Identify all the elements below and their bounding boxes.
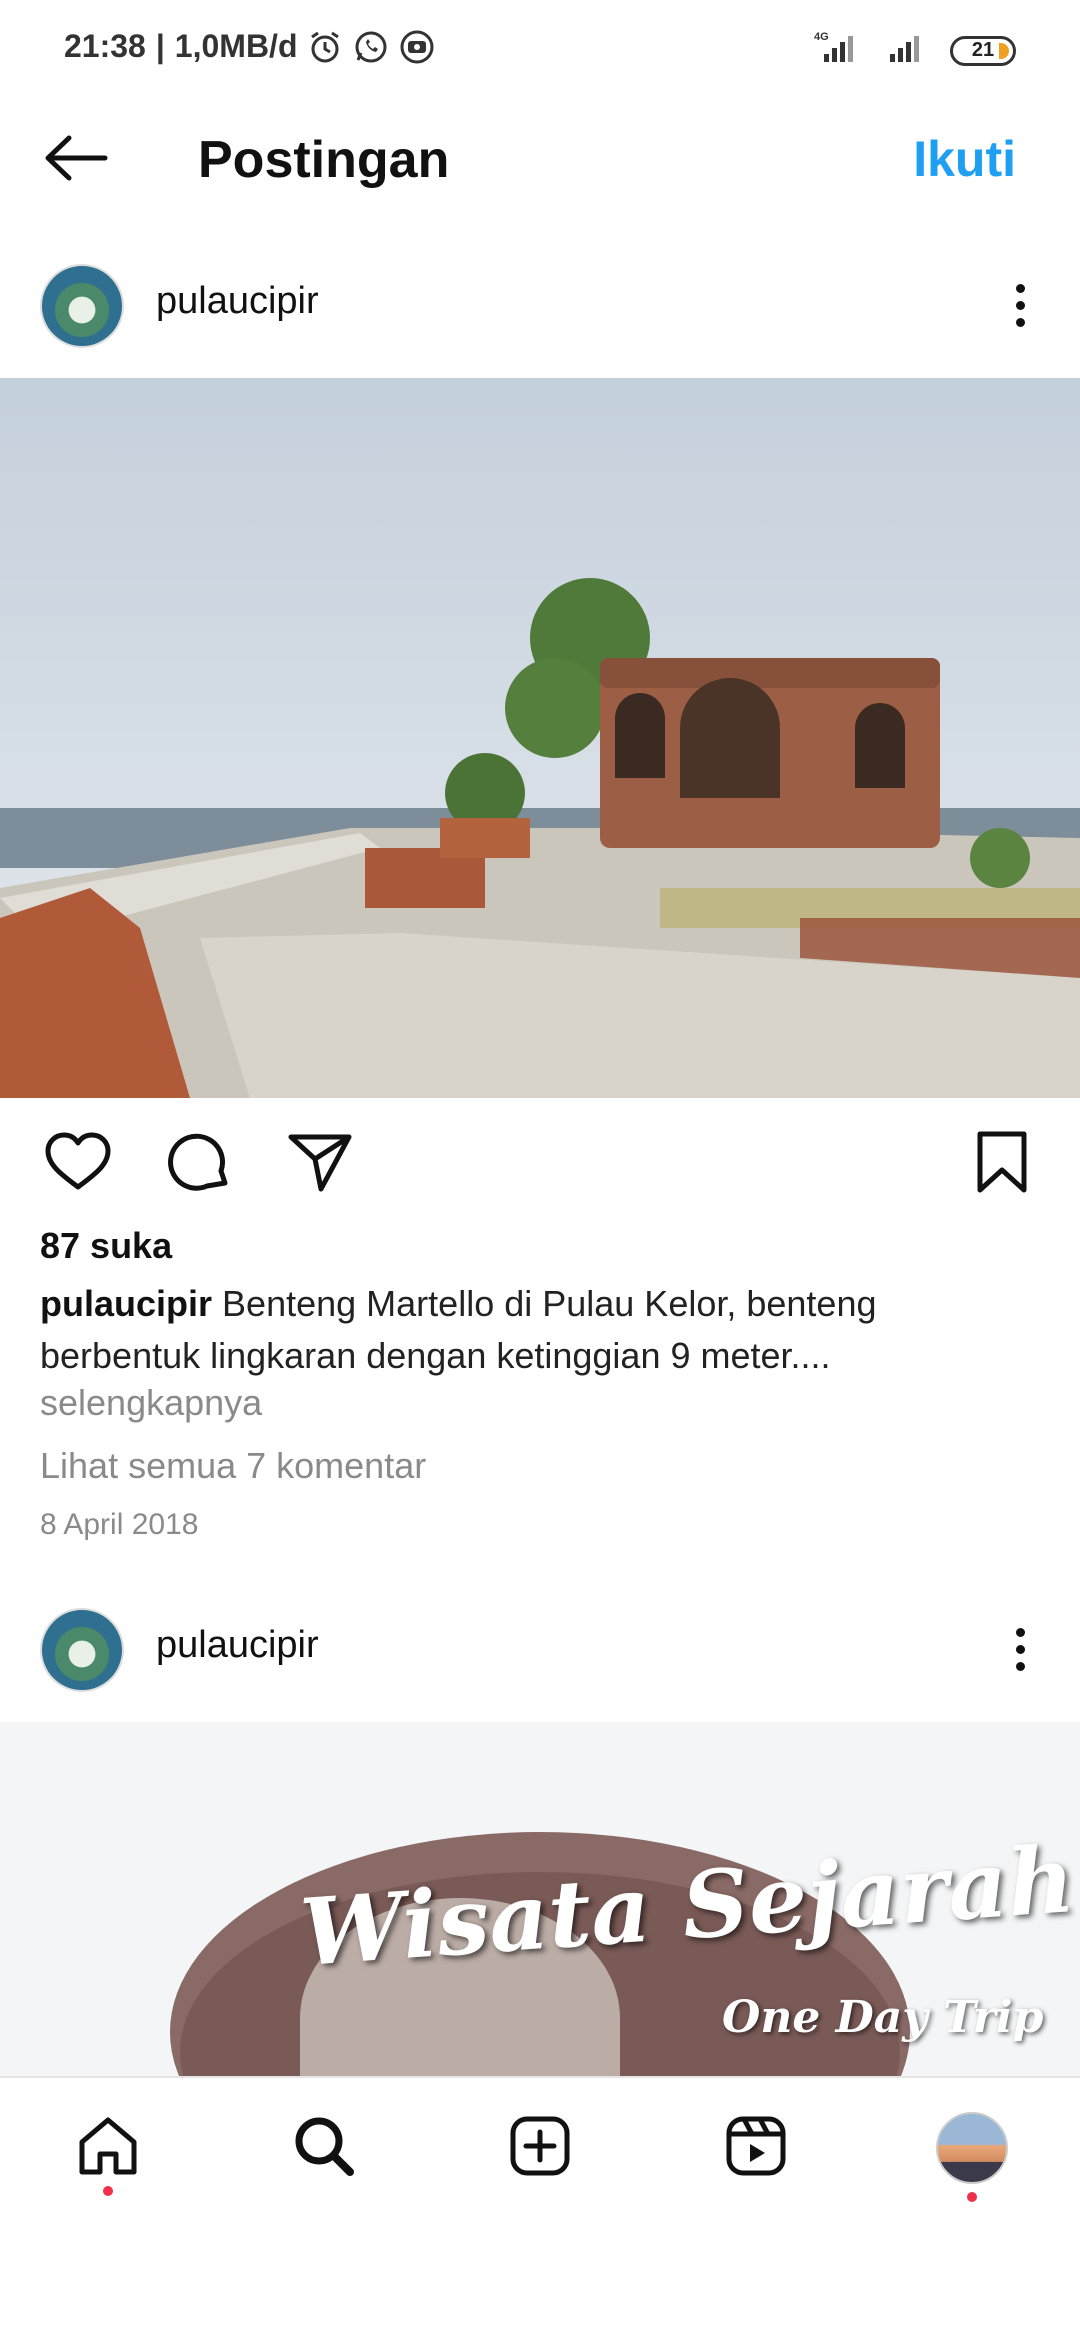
screen-record-icon <box>399 29 435 65</box>
battery-fill <box>999 42 1009 59</box>
signal-icon: 4G <box>810 30 870 71</box>
status-right: 4G 21 <box>810 30 1016 71</box>
nav-search[interactable] <box>282 2106 366 2190</box>
profile-avatar <box>936 2112 1008 2184</box>
status-data-rate: 1,0MB/d <box>174 28 298 64</box>
dot-icon <box>1015 1644 1025 1654</box>
nav-create[interactable] <box>498 2106 582 2190</box>
notification-dot <box>103 2186 113 2196</box>
battery-level: 21 <box>971 39 995 61</box>
comment-icon <box>167 1129 233 1200</box>
likes-count[interactable]: 87 suka <box>40 1225 172 1267</box>
caption: pulaucipir Benteng Martello di Pulau Kel… <box>40 1278 1040 1382</box>
nav-profile[interactable] <box>930 2106 1014 2202</box>
fort-photo <box>0 378 1080 1098</box>
share-icon <box>287 1131 353 1198</box>
follow-button[interactable]: Ikuti <box>913 130 1016 188</box>
post-header: pulaucipir <box>0 240 1080 370</box>
more-link[interactable]: selengkapnya <box>40 1382 262 1424</box>
save-button[interactable] <box>966 1128 1038 1200</box>
heart-icon <box>44 1131 112 1198</box>
image-subtitle: One Day Trip <box>722 1992 1044 2043</box>
nav-reels[interactable] <box>714 2106 798 2190</box>
bookmark-icon <box>974 1130 1030 1199</box>
svg-text:4G: 4G <box>814 31 829 43</box>
page-title: Postingan <box>198 131 450 189</box>
reels-icon <box>724 2114 788 2183</box>
arrow-left-icon <box>43 135 109 186</box>
dot-icon <box>1015 1661 1025 1671</box>
post-date: 8 April 2018 <box>40 1508 199 1541</box>
avatar[interactable] <box>40 264 124 348</box>
dot-icon <box>1015 317 1025 327</box>
create-icon <box>508 2114 572 2183</box>
header: Postingan Ikuti <box>0 110 1080 210</box>
post-username[interactable]: pulaucipir <box>156 280 319 323</box>
avatar[interactable] <box>40 1608 124 1692</box>
caption-username[interactable]: pulaucipir <box>40 1283 212 1324</box>
bottom-nav <box>0 2076 1080 2222</box>
home-icon <box>76 2114 140 2183</box>
signal-icon-2 <box>888 30 932 71</box>
battery-icon: 21 <box>950 35 1016 66</box>
post-actions <box>0 1110 1080 1210</box>
whatsapp-icon <box>353 29 389 65</box>
status-bar: 21:38 | 1,0MB/d 4G 21 <box>0 0 1080 100</box>
more-options-button[interactable] <box>1000 270 1040 340</box>
status-left: 21:38 | 1,0MB/d <box>64 28 435 65</box>
post-image-2[interactable]: Wisata Sejarah One Day Trip <box>0 1722 1080 2078</box>
view-comments-link[interactable]: Lihat semua 7 komentar <box>40 1445 426 1487</box>
dot-icon <box>1015 300 1025 310</box>
back-button[interactable] <box>40 132 112 188</box>
alarm-icon <box>307 29 343 65</box>
dot-icon <box>1015 283 1025 293</box>
nav-home[interactable] <box>66 2106 150 2196</box>
like-button[interactable] <box>42 1128 114 1200</box>
status-separator: | <box>155 28 165 64</box>
post-header-2: pulaucipir <box>0 1584 1080 1714</box>
notification-dot <box>967 2192 977 2202</box>
share-button[interactable] <box>284 1128 356 1200</box>
comment-button[interactable] <box>164 1128 236 1200</box>
more-options-button-2[interactable] <box>1000 1614 1040 1684</box>
post-image[interactable] <box>0 378 1080 1098</box>
post-username-2[interactable]: pulaucipir <box>156 1624 319 1667</box>
search-icon <box>292 2114 356 2183</box>
status-time: 21:38 <box>64 28 146 64</box>
dot-icon <box>1015 1627 1025 1637</box>
